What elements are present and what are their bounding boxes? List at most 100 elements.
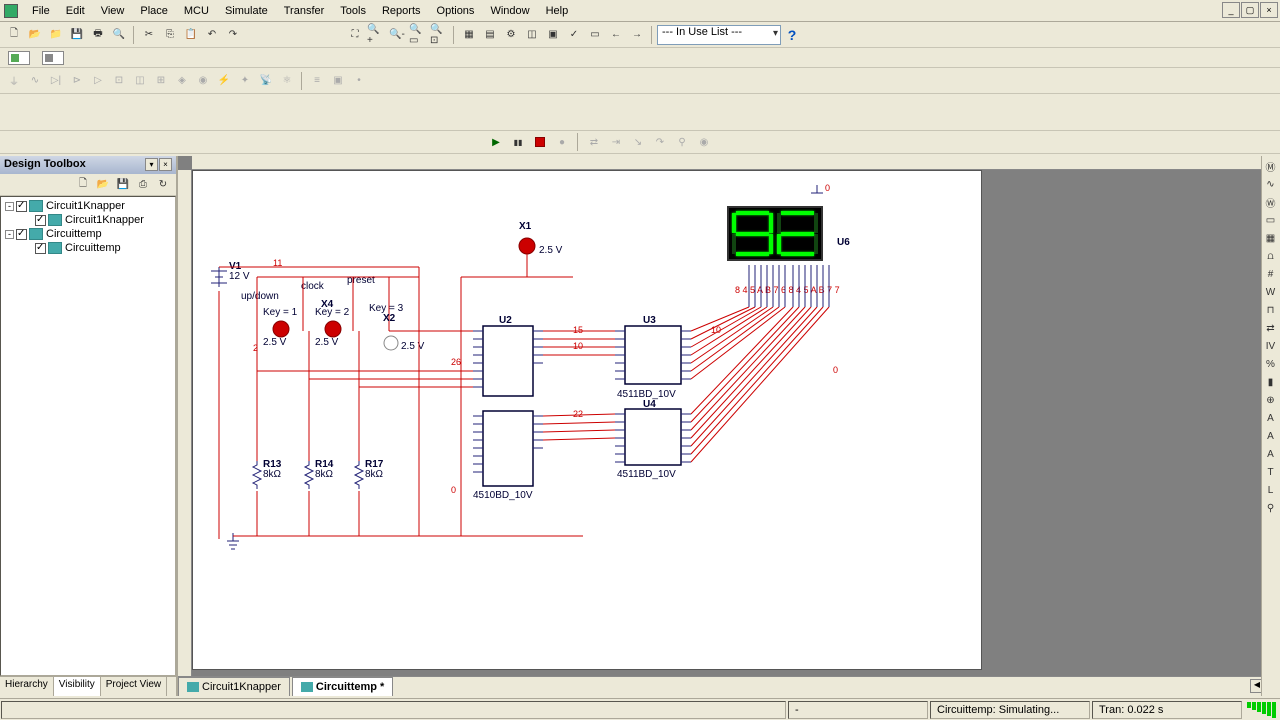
tab-circuit1knapper[interactable]: Circuit1Knapper: [178, 677, 290, 696]
place-cmos-icon[interactable]: ◫: [130, 71, 150, 91]
canvas-area[interactable]: V1 12 V 11: [178, 156, 1280, 676]
postproc-icon[interactable]: ⚙: [501, 25, 521, 45]
horizontal-scrollbar[interactable]: ◀ ▶: [395, 677, 1280, 696]
distortion-icon[interactable]: %: [1262, 356, 1279, 373]
tab-visibility[interactable]: Visibility: [54, 677, 101, 696]
copy-icon[interactable]: ⎘: [160, 25, 180, 45]
logic-analyzer-icon[interactable]: ⊓: [1262, 302, 1279, 319]
probe-x2[interactable]: X2 Key = 3 2.5 V: [369, 303, 425, 352]
checkbox[interactable]: [35, 243, 46, 254]
checkbox[interactable]: [16, 229, 27, 240]
resistor-r17[interactable]: R17 8kΩ: [355, 459, 384, 489]
tek-scope-icon[interactable]: T: [1262, 464, 1279, 481]
schematic-sheet[interactable]: V1 12 V 11: [192, 170, 982, 670]
checkbox[interactable]: [35, 215, 46, 226]
place-indicator-icon[interactable]: ◉: [193, 71, 213, 91]
zoom-area-icon[interactable]: 🔍▭: [408, 25, 428, 45]
tree-item-circuittemp-root[interactable]: - Circuittemp: [3, 227, 173, 241]
place-misc-icon[interactable]: ⊞: [151, 71, 171, 91]
function-gen-icon[interactable]: ∿: [1262, 176, 1279, 193]
collapse-icon[interactable]: -: [5, 202, 14, 211]
save-all-icon[interactable]: ⎙: [134, 176, 152, 194]
paste-icon[interactable]: 📋: [181, 25, 201, 45]
close-button[interactable]: ×: [1260, 2, 1278, 18]
design-tree[interactable]: - Circuit1Knapper Circuit1Knapper - Circ…: [0, 196, 176, 676]
run-switch[interactable]: [8, 51, 30, 65]
place-rf-icon[interactable]: 📡: [256, 71, 276, 91]
checkbox[interactable]: [16, 201, 27, 212]
bode-plotter-icon[interactable]: ⩍: [1262, 248, 1279, 265]
menu-view[interactable]: View: [93, 3, 133, 19]
tab-circuittemp[interactable]: Circuittemp *: [292, 677, 393, 696]
probe-x3[interactable]: Key = 1 2.5 V: [263, 307, 298, 348]
place-ttl-icon[interactable]: ⊡: [109, 71, 129, 91]
new-schematic-icon[interactable]: 🗋: [74, 176, 92, 194]
menu-reports[interactable]: Reports: [374, 3, 429, 19]
forward-annotate-icon[interactable]: →: [627, 25, 647, 45]
menu-place[interactable]: Place: [132, 3, 176, 19]
probe-x4[interactable]: X4 Key = 2 2.5 V: [315, 299, 350, 348]
save-file-icon[interactable]: 💾: [114, 176, 132, 194]
full-screen-icon[interactable]: ⛶: [345, 25, 365, 45]
menu-file[interactable]: File: [24, 3, 58, 19]
menu-edit[interactable]: Edit: [58, 3, 93, 19]
help-icon[interactable]: ?: [782, 25, 802, 45]
open-icon[interactable]: 📂: [25, 25, 45, 45]
step-over-icon[interactable]: ↷: [650, 132, 670, 152]
refresh-icon[interactable]: ↻: [154, 176, 172, 194]
tab-hierarchy[interactable]: Hierarchy: [0, 677, 54, 696]
battery-v1[interactable]: V1 12 V: [211, 261, 250, 287]
tree-item-circuittemp-sheet[interactable]: Circuittemp: [3, 241, 173, 255]
collapse-icon[interactable]: -: [5, 230, 14, 239]
redo-icon[interactable]: ↷: [223, 25, 243, 45]
place-basic-icon[interactable]: ∿: [25, 71, 45, 91]
resistor-r13[interactable]: R13 8kΩ: [253, 459, 282, 489]
spreadsheet-icon[interactable]: ▦: [459, 25, 479, 45]
pause-switch[interactable]: [42, 51, 64, 65]
in-use-list-combo[interactable]: --- In Use List ---: [657, 25, 781, 45]
erc-icon[interactable]: ✓: [564, 25, 584, 45]
agilent-mm-icon[interactable]: A: [1262, 428, 1279, 445]
place-power-icon[interactable]: ⚡: [214, 71, 234, 91]
cut-icon[interactable]: ✂: [139, 25, 159, 45]
oscilloscope-icon[interactable]: ▭: [1262, 212, 1279, 229]
menu-tools[interactable]: Tools: [332, 3, 374, 19]
step-into-icon[interactable]: ↘: [628, 132, 648, 152]
zoom-fit-icon[interactable]: 🔍⊡: [429, 25, 449, 45]
tree-item-circuit1knapper-root[interactable]: - Circuit1Knapper: [3, 199, 173, 213]
probe-icon[interactable]: ⚲: [672, 132, 692, 152]
back-annotate-icon[interactable]: ←: [606, 25, 626, 45]
seven-segment-display-u6[interactable]: [727, 206, 823, 261]
stop-simulation-icon[interactable]: [530, 132, 550, 152]
single-step-icon[interactable]: ⇥: [606, 132, 626, 152]
step-icon[interactable]: ●: [552, 132, 572, 152]
iv-analyzer-icon[interactable]: IV: [1262, 338, 1279, 355]
probe-x1[interactable]: X1 2.5 V: [519, 221, 563, 256]
wattmeter-icon[interactable]: Ⓦ: [1262, 194, 1279, 211]
pause-simulation-icon[interactable]: [508, 132, 528, 152]
open-file-icon[interactable]: 📂: [94, 176, 112, 194]
menu-options[interactable]: Options: [429, 3, 483, 19]
print-preview-icon[interactable]: 🔍: [109, 25, 129, 45]
place-bus-icon[interactable]: ≡: [307, 71, 327, 91]
breakpoint-icon[interactable]: ◉: [694, 132, 714, 152]
freq-counter-icon[interactable]: #: [1262, 266, 1279, 283]
component-icon[interactable]: ▣: [543, 25, 563, 45]
maximize-button[interactable]: ▢: [1241, 2, 1259, 18]
network-icon[interactable]: ⊕: [1262, 392, 1279, 409]
ic-4510-lower[interactable]: 4510BD_10V: [473, 411, 543, 501]
spectrum-icon[interactable]: ▮: [1262, 374, 1279, 391]
ic-u3[interactable]: U3 4511BD_10V: [615, 315, 691, 400]
new-icon[interactable]: 🗋: [4, 25, 24, 45]
word-gen-icon[interactable]: W: [1262, 284, 1279, 301]
interactive-icon[interactable]: ⇄: [584, 132, 604, 152]
place-mixed-icon[interactable]: ◈: [172, 71, 192, 91]
run-simulation-icon[interactable]: ▶: [486, 132, 506, 152]
tree-item-circuit1knapper-sheet[interactable]: Circuit1Knapper: [3, 213, 173, 227]
undo-icon[interactable]: ↶: [202, 25, 222, 45]
ic-u2[interactable]: U2: [473, 315, 543, 396]
zoom-in-icon[interactable]: 🔍+: [366, 25, 386, 45]
place-misc2-icon[interactable]: ✦: [235, 71, 255, 91]
place-analog-icon[interactable]: ▷: [88, 71, 108, 91]
menu-window[interactable]: Window: [482, 3, 537, 19]
